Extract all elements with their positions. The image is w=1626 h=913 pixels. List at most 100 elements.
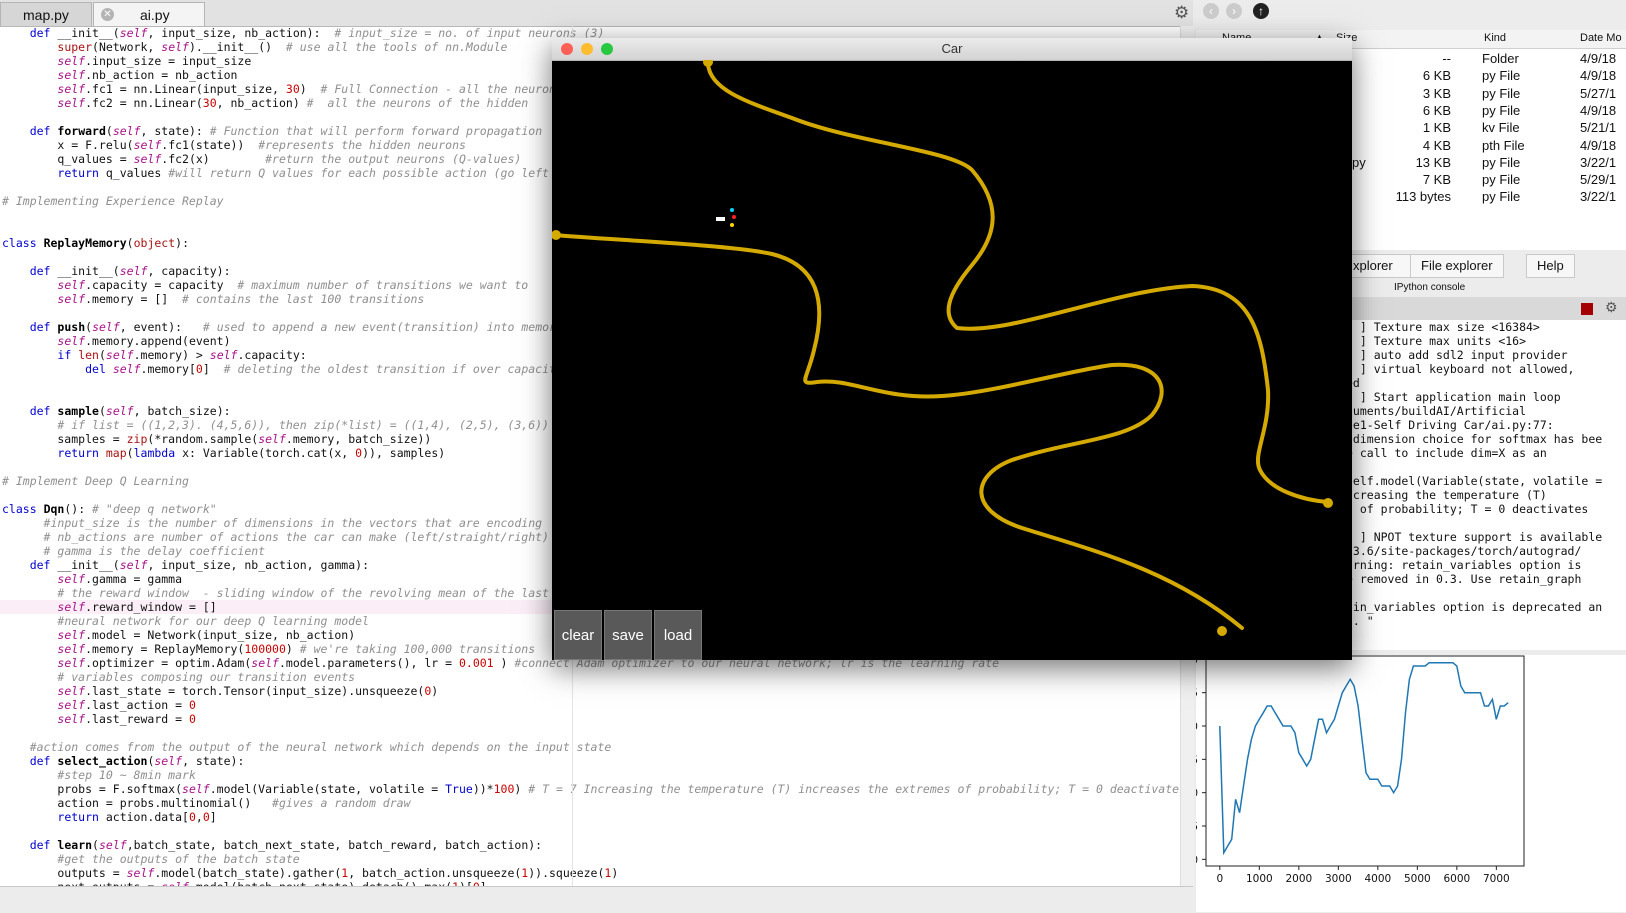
- code-line[interactable]: outputs = self.model(batch_state).gather…: [0, 866, 1186, 880]
- code-token: len: [78, 348, 99, 362]
- code-token: , nb_action): [216, 96, 307, 110]
- console-line: e call to include dim=X as an: [1346, 446, 1547, 460]
- tab-file-explorer[interactable]: File explorer: [1410, 254, 1504, 278]
- code-line[interactable]: self.last_reward = 0: [0, 712, 1186, 726]
- code-token: def: [29, 404, 51, 418]
- code-token: self: [161, 40, 189, 54]
- code-line[interactable]: def learn(self,batch_state, batch_next_s…: [0, 838, 1186, 852]
- code-line[interactable]: action = probs.multinomial() #gives a ra…: [0, 796, 1186, 810]
- code-line[interactable]: def select_action(self, state):: [0, 754, 1186, 768]
- code-token: super: [57, 40, 93, 54]
- console-line: dimension choice for softmax has bee: [1346, 432, 1603, 446]
- y-tick-label: -0.15: [1196, 821, 1198, 833]
- tab-ai-py[interactable]: ✕ ai.py: [93, 2, 205, 26]
- window-titlebar[interactable]: Car: [552, 38, 1352, 61]
- console-line: n3.6/site-packages/torch/autograd/: [1346, 544, 1582, 558]
- console-line: ed: [1346, 376, 1360, 390]
- tab-help[interactable]: Help: [1526, 254, 1575, 278]
- code-line[interactable]: [0, 824, 1186, 838]
- file-date: 5/29/1: [1580, 172, 1617, 188]
- code-token: .gamma = gamma: [85, 572, 183, 586]
- code-token: self: [57, 684, 86, 698]
- code-token: Dqn: [43, 502, 65, 516]
- code-token: self: [119, 26, 148, 40]
- gear-icon[interactable]: ⚙: [1174, 4, 1192, 22]
- up-arrow-icon[interactable]: ↑: [1253, 3, 1269, 19]
- file-date: 4/9/18: [1580, 102, 1617, 118]
- x-tick-label: 2000: [1285, 873, 1312, 885]
- code-token: ).__init__(): [188, 40, 286, 54]
- column-date[interactable]: Date Mo: [1580, 32, 1622, 44]
- code-line[interactable]: #step 10 ~ 8min mark: [0, 768, 1186, 782]
- code-token: .memory = []: [85, 292, 183, 306]
- code-token: .memory.append(event): [85, 334, 231, 348]
- code-line[interactable]: # variables composing our transition eve…: [0, 670, 1186, 684]
- code-token: .model = Network(input_size, nb_action): [85, 628, 356, 642]
- code-token: 30: [285, 82, 300, 96]
- tab-variable-explorer[interactable]: xplorer: [1346, 254, 1412, 278]
- code-token: self: [258, 432, 286, 446]
- file-size: 13 KB: [1415, 154, 1451, 170]
- code-token: # variables composing our transition eve…: [57, 670, 356, 684]
- code-line[interactable]: #get the outputs of the batch state: [0, 852, 1186, 866]
- code-line[interactable]: #action comes from the output of the neu…: [0, 740, 1186, 754]
- code-token: if: [57, 348, 72, 362]
- sensor-blue: [730, 208, 734, 212]
- code-token: self: [57, 712, 86, 726]
- code-token: def: [29, 754, 51, 768]
- save-button[interactable]: save: [604, 610, 652, 660]
- ipython-console[interactable]: ] Texture max size <16384> ] Texture max…: [1346, 320, 1626, 650]
- gear-icon[interactable]: ⚙: [1605, 299, 1618, 316]
- file-date: 4/9/18: [1580, 51, 1617, 66]
- code-token: .model(Variable(state, volatile =: [209, 782, 446, 796]
- road-endpoint: [1323, 498, 1333, 508]
- code-token: # deleting the oldest transition if over…: [223, 362, 563, 376]
- load-button[interactable]: load: [654, 610, 702, 660]
- code-token: self: [105, 404, 134, 418]
- file-date: 3/22/1: [1580, 154, 1617, 170]
- console-title[interactable]: IPython console: [1394, 282, 1465, 293]
- x-tick-label: 6000: [1443, 873, 1470, 885]
- tab-map-py[interactable]: map.py: [0, 2, 92, 26]
- forward-arrow-icon[interactable]: ›: [1226, 3, 1242, 19]
- map-canvas[interactable]: [552, 60, 1352, 660]
- back-arrow-icon[interactable]: ‹: [1203, 3, 1219, 19]
- code-line[interactable]: [0, 726, 1186, 740]
- car-window[interactable]: Car clear save load: [552, 38, 1352, 660]
- code-token: self: [57, 572, 86, 586]
- code-token: # Implementing Experience Replay: [2, 194, 224, 208]
- code-token: # Implement Deep Q Learning: [2, 474, 189, 488]
- code-token: map: [105, 446, 127, 460]
- clear-button[interactable]: clear: [554, 610, 602, 660]
- code-line[interactable]: return action.data[0,0]: [0, 810, 1186, 824]
- code-token: #step 10 ~ 8min mark: [57, 768, 196, 782]
- road-line-upper: [706, 62, 1330, 504]
- console-line: ncreasing the temperature (T): [1346, 488, 1547, 502]
- tab-label: map.py: [23, 7, 69, 23]
- code-line[interactable]: self.last_action = 0: [0, 698, 1186, 712]
- y-tick-label: -0.10: [1196, 788, 1198, 800]
- file-size: 6 KB: [1422, 102, 1451, 118]
- stop-icon[interactable]: [1581, 303, 1593, 315]
- code-token: samples =: [2, 432, 127, 446]
- code-token: probs = F.softmax(: [2, 782, 183, 796]
- code-token: self: [251, 656, 279, 670]
- column-kind[interactable]: Kind: [1484, 32, 1506, 44]
- code-token: .last_reward =: [85, 712, 189, 726]
- close-tab-icon[interactable]: ✕: [101, 8, 114, 21]
- code-token: , batch_size):: [133, 404, 231, 418]
- code-line[interactable]: self.last_state = torch.Tensor(input_siz…: [0, 684, 1186, 698]
- file-kind: py File: [1482, 189, 1521, 205]
- code-line[interactable]: probs = F.softmax(self.model(Variable(st…: [0, 782, 1186, 796]
- code-token: self: [112, 124, 141, 138]
- file-size: 1 KB: [1422, 120, 1451, 136]
- code-token: # we're taking 100,000 transitions: [299, 642, 536, 656]
